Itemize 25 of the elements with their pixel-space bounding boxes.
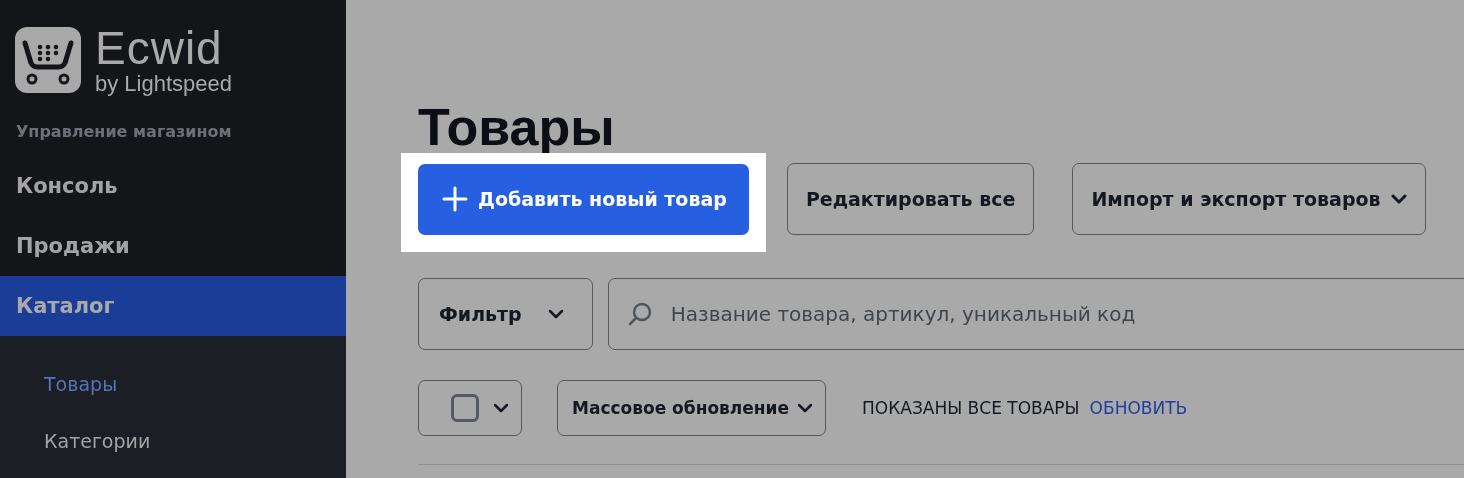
checkbox[interactable] bbox=[451, 394, 479, 422]
search-field[interactable]: Название товара, артикул, уникальный код bbox=[607, 278, 1464, 350]
select-all-dropdown[interactable] bbox=[418, 380, 522, 436]
add-product-button[interactable]: Добавить новый товар bbox=[418, 163, 749, 235]
chevron-down-icon bbox=[493, 403, 509, 413]
sidebar-item[interactable]: Каталог bbox=[0, 276, 346, 336]
sidebar-item[interactable]: Продажи bbox=[0, 216, 346, 276]
chevron-down-icon bbox=[547, 309, 564, 319]
chevron-down-icon bbox=[1390, 194, 1407, 204]
sidebar-item[interactable]: Консоль bbox=[0, 156, 346, 216]
filter-button[interactable]: Фильтр bbox=[418, 278, 593, 350]
edit-all-button[interactable]: Редактировать все bbox=[786, 163, 1035, 235]
logo-tagline: by Lightspeed bbox=[95, 73, 232, 95]
plus-icon bbox=[442, 186, 468, 212]
logo-name: Ecwid bbox=[95, 25, 224, 71]
sidebar-section-title: Управление магазином bbox=[15, 121, 233, 143]
status-text: ПОКАЗАНЫ ВСЕ ТОВАРЫ bbox=[862, 398, 1080, 418]
cart-logo-icon bbox=[15, 27, 81, 93]
page-title: Товары bbox=[418, 97, 616, 158]
refresh-link[interactable]: ОБНОВИТЬ bbox=[1089, 398, 1188, 418]
bulk-update-button[interactable]: Массовое обновление bbox=[557, 380, 826, 436]
import-export-button[interactable]: Импорт и экспорт товаров bbox=[1072, 163, 1426, 235]
sidebar-subitem[interactable]: Товары bbox=[0, 354, 346, 411]
chevron-down-icon bbox=[797, 403, 813, 413]
sidebar-subitem[interactable]: Категории bbox=[0, 411, 346, 468]
